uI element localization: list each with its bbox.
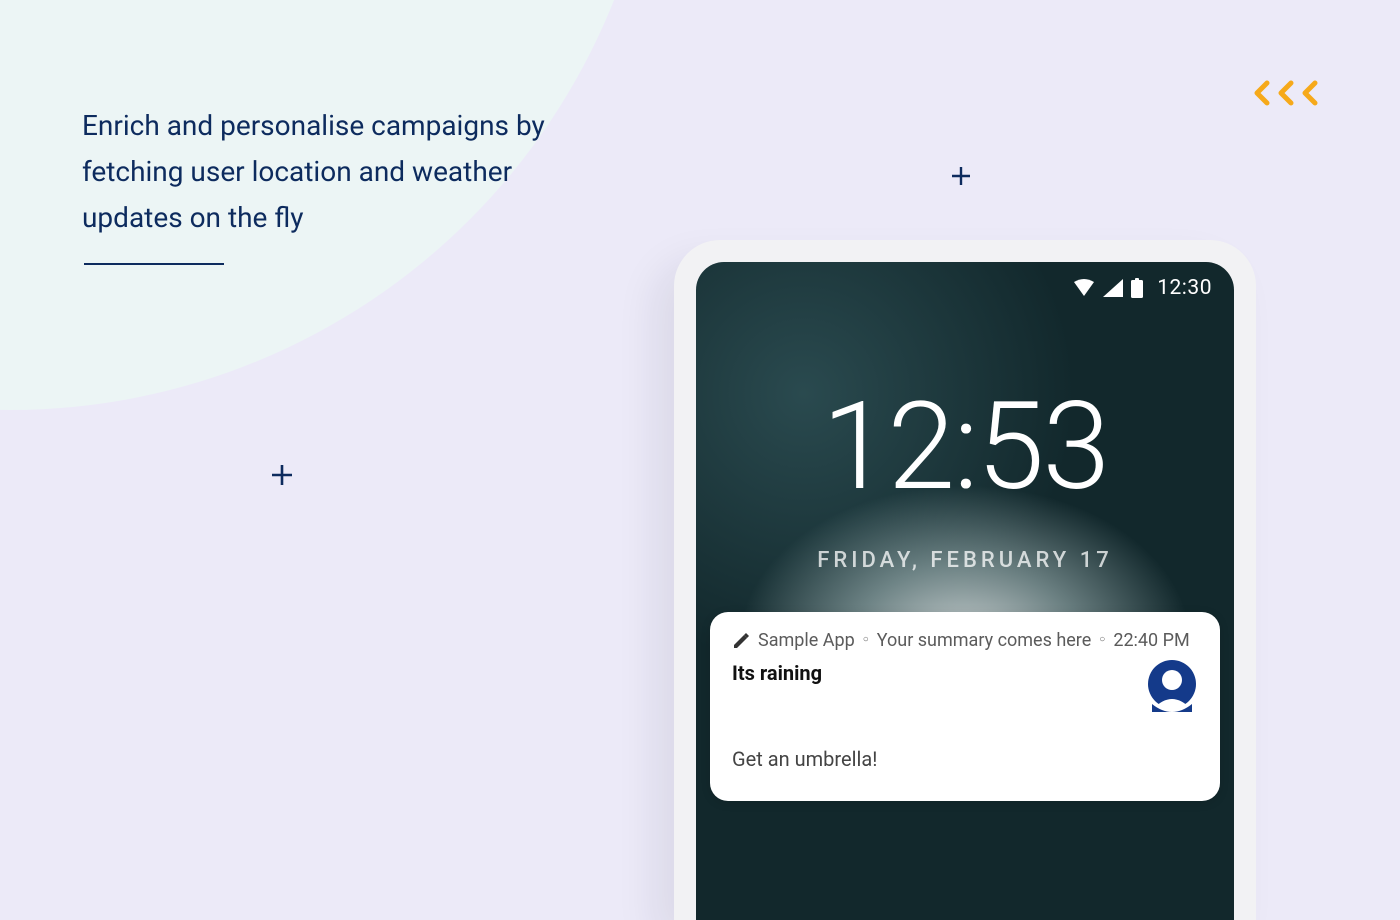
notification-header: Sample App ○ Your summary comes here ○ 2… bbox=[732, 630, 1198, 651]
notification-app-name: Sample App bbox=[758, 630, 855, 651]
phone-mockup: 12:30 12:53 FRIDAY, FEBRUARY 17 Sample A… bbox=[674, 240, 1256, 920]
avatar bbox=[1146, 660, 1198, 712]
headline-underline bbox=[84, 263, 224, 265]
lockscreen-date: FRIDAY, FEBRUARY 17 bbox=[696, 548, 1234, 573]
separator-dot: ○ bbox=[863, 634, 869, 645]
battery-icon bbox=[1131, 278, 1143, 298]
lockscreen-clock: 12:53 bbox=[696, 386, 1234, 508]
status-bar: 12:30 bbox=[1073, 276, 1212, 300]
headline-text: Enrich and personalise campaigns by fetc… bbox=[82, 103, 582, 242]
notification-card[interactable]: Sample App ○ Your summary comes here ○ 2… bbox=[710, 612, 1220, 801]
notification-title: Its raining bbox=[732, 661, 1198, 685]
notification-body: Get an umbrella! bbox=[732, 747, 1198, 771]
notification-time: 22:40 PM bbox=[1113, 630, 1189, 651]
pencil-icon bbox=[732, 632, 750, 650]
chevron-left-icon bbox=[1276, 80, 1298, 106]
phone-screen: 12:30 12:53 FRIDAY, FEBRUARY 17 Sample A… bbox=[696, 262, 1234, 920]
chevron-left-icon bbox=[1300, 80, 1322, 106]
chevron-left-icon bbox=[1252, 80, 1274, 106]
statusbar-time: 12:30 bbox=[1157, 276, 1212, 300]
wifi-icon bbox=[1073, 279, 1095, 297]
signal-icon bbox=[1103, 279, 1123, 297]
plus-icon bbox=[271, 464, 293, 486]
notification-summary: Your summary comes here bbox=[877, 630, 1092, 651]
chevron-left-group bbox=[1252, 80, 1322, 106]
separator-dot: ○ bbox=[1099, 634, 1105, 645]
plus-icon bbox=[951, 166, 971, 186]
